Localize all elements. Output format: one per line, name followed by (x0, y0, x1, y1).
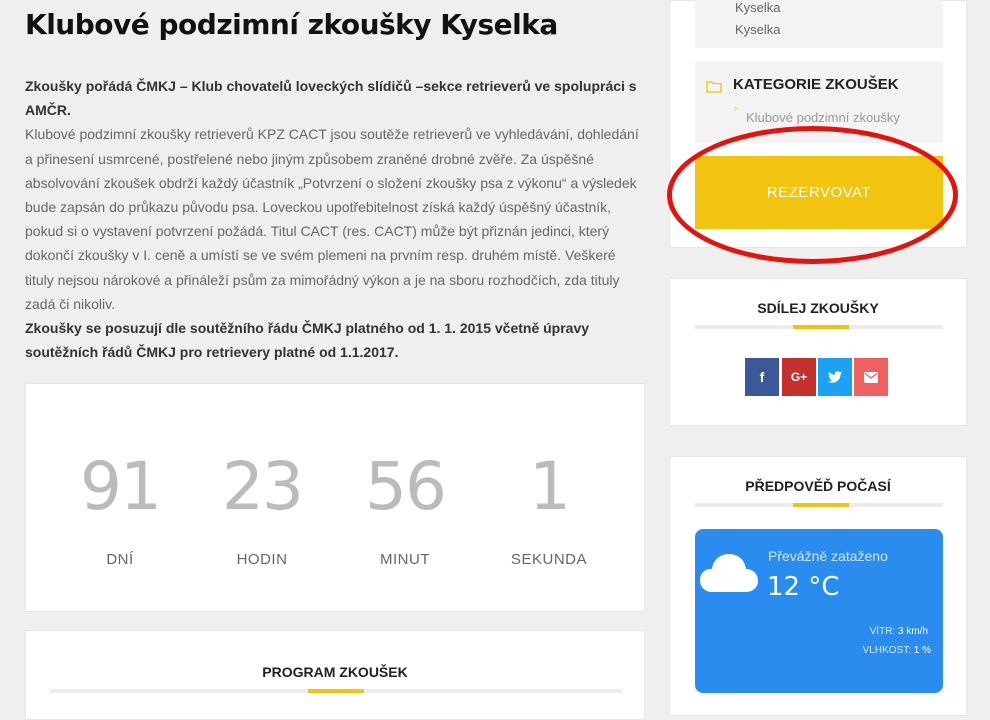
twitter-share-button[interactable] (818, 358, 852, 396)
weather-title: PŘEDPOVĚĎ POČASÍ (745, 478, 891, 494)
category-link[interactable]: Klubové podzimní zkoušky (746, 110, 900, 125)
countdown-hours-label: HODIN (236, 551, 288, 568)
program-section: PROGRAM ZKOUŠEK (25, 630, 645, 720)
humidity-label: VLHKOST: (862, 645, 911, 656)
facebook-icon: f (759, 369, 765, 385)
countdown-seconds-label: SEKUNDA (510, 551, 588, 568)
countdown-hours-value: 23 (222, 448, 304, 525)
countdown-minutes-value: 56 (365, 448, 447, 525)
page-title: Klubové podzimní zkoušky Kyselka (25, 8, 558, 41)
countdown-days-value: 91 (80, 448, 162, 525)
program-underline (50, 689, 622, 693)
location-line: Kyselka (735, 22, 781, 37)
wind-label: VÍTR: (869, 626, 896, 637)
outro-bold: Zkoušky se posuzují dle soutěžního řádu … (25, 320, 590, 361)
countdown-seconds-value: 1 (529, 448, 571, 525)
folder-icon (706, 81, 722, 93)
weather-wind: VÍTR: 3 km/h (870, 626, 928, 637)
weather-humidity: VLHKOST: 1 % (863, 645, 931, 656)
location-line: Kyselka (735, 0, 781, 15)
share-underline (695, 325, 943, 329)
twitter-icon (828, 371, 842, 383)
category-title: KATEGORIE ZKOUŠEK (733, 76, 899, 93)
wind-value: 3 km/h (897, 626, 928, 637)
weather-condition: Převážně zataženo (768, 548, 888, 564)
share-card: SDÍLEJ ZKOUŠKY (669, 278, 967, 426)
google-plus-icon: G+ (790, 370, 808, 384)
program-title: PROGRAM ZKOUŠEK (262, 664, 408, 680)
highlight-circle-annotation (667, 126, 958, 264)
countdown-days-label: DNÍ (106, 551, 134, 568)
description: Zkoušky pořádá ČMKJ – Klub chovatelů lov… (25, 74, 645, 364)
google-plus-share-button[interactable]: G+ (782, 358, 816, 396)
share-title: SDÍLEJ ZKOUŠKY (757, 300, 879, 316)
facebook-share-button[interactable]: f (745, 358, 779, 396)
chevron-right-icon: › (734, 103, 738, 114)
countdown-timer: 91 DNÍ 23 HODIN 56 MINUT 1 SEKUNDA (25, 383, 645, 612)
cloud-icon (700, 554, 758, 592)
humidity-value: 1 % (913, 645, 931, 656)
countdown-minutes-label: MINUT (380, 551, 430, 568)
location-box (695, 0, 943, 48)
weather-underline (695, 503, 943, 507)
intro-text: Klubové podzimní zkoušky retrieverů KPZ … (25, 126, 639, 312)
intro-bold: Zkoušky pořádá ČMKJ – Klub chovatelů lov… (25, 78, 637, 119)
weather-temperature: 12 °C (767, 572, 840, 602)
email-icon (864, 371, 878, 383)
email-share-button[interactable] (854, 358, 888, 396)
